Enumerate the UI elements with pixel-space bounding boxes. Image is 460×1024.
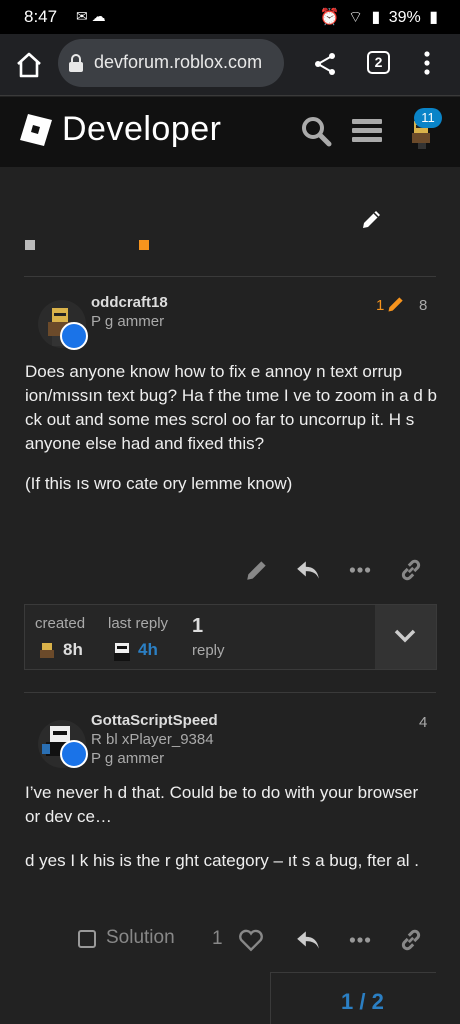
alarm-icon: ⏰ (319, 9, 340, 26)
post-username[interactable]: GottaScriptSpeed (91, 712, 218, 729)
topic-map: created 8h last reply 4h 1 reply (24, 604, 437, 670)
address-bar[interactable]: devforum.roblox.com (58, 39, 284, 87)
post-user-title: P g ammer (91, 750, 165, 767)
post-number: 8 (419, 297, 428, 314)
status-right-icons: ⏰ ⌔ ▮ 39% ▮ (316, 7, 438, 27)
divider (24, 692, 436, 693)
pencil-icon[interactable] (360, 207, 384, 231)
search-icon[interactable] (300, 115, 332, 147)
post-user-title: P g ammer (91, 313, 165, 330)
share-icon[interactable] (313, 52, 337, 76)
battery-icon: ▮ (429, 9, 438, 26)
group-flair-icon (60, 322, 88, 350)
tag-badge-square[interactable] (139, 240, 149, 250)
created-label: created (35, 615, 86, 632)
reply-icon[interactable] (295, 927, 321, 953)
link-icon[interactable] (398, 927, 424, 953)
site-logo-text[interactable]: Developer (62, 110, 221, 149)
heart-icon[interactable] (238, 927, 264, 953)
creator-avatar[interactable] (37, 641, 57, 661)
edit-history-pencil-icon[interactable] (386, 294, 406, 314)
post-body: Does anyone know how to fix e annoy n te… (25, 360, 437, 512)
status-notification-icons: ✉ ☁ (76, 8, 106, 24)
last-reply-label: last reply (108, 615, 169, 632)
divider (24, 276, 436, 277)
edit-icon[interactable] (244, 557, 270, 583)
post-body: I’ve never h d that. Could be to do with… (25, 781, 437, 889)
category-badge-square[interactable] (25, 240, 35, 250)
replies-count: 1 (192, 615, 204, 637)
last-replier-avatar[interactable] (111, 641, 133, 663)
post-user-title: R bl xPlayer_9384 (91, 731, 214, 748)
browser-toolbar: devforum.roblox.com 2 (0, 34, 460, 96)
roblox-logo-icon[interactable] (20, 114, 52, 146)
post-paragraph: Does anyone know how to fix e annoy n te… (25, 362, 437, 453)
url-text: devforum.roblox.com (94, 52, 263, 72)
post-position: 1 / 2 (341, 989, 384, 1014)
home-icon[interactable] (14, 50, 44, 80)
more-actions-icon[interactable] (347, 927, 373, 953)
post-number: 4 (419, 714, 428, 731)
more-actions-icon[interactable] (347, 557, 373, 583)
reply-icon[interactable] (295, 557, 321, 583)
group-flair-icon (60, 740, 88, 768)
post-username[interactable]: oddcraft18 (91, 294, 168, 311)
timeline-progress[interactable]: 1 / 2 (270, 972, 436, 1024)
post-paragraph: I’ve never h d that. Could be to do with… (25, 783, 419, 826)
lock-icon (69, 54, 83, 72)
created-value[interactable]: 8h (63, 640, 83, 660)
chevron-down-icon (394, 629, 416, 643)
like-count[interactable]: 1 (212, 928, 223, 950)
topic-title-area (0, 167, 460, 277)
checkbox-icon (78, 930, 96, 948)
tab-switcher-button[interactable]: 2 (367, 51, 390, 74)
last-reply-value[interactable]: 4h (138, 640, 158, 660)
battery-text: 39% (388, 9, 421, 26)
site-header: Developer (0, 97, 460, 167)
more-vert-icon[interactable] (422, 50, 432, 76)
replies-label: reply (192, 642, 225, 659)
wifi-icon: ⌔ (347, 9, 363, 26)
status-time: 8:47 (24, 7, 58, 26)
topic-map-expand-button[interactable] (375, 605, 436, 669)
post-paragraph: (If this ıs wro cate ory lemme know) (25, 474, 293, 493)
hamburger-menu-icon[interactable] (352, 119, 382, 143)
post-paragraph: d yes I k his is the r ght category – ıt… (25, 851, 420, 870)
signal-icon: ▮ (371, 9, 381, 26)
notification-badge[interactable]: 11 (414, 108, 442, 128)
edit-count[interactable]: 1 (376, 297, 384, 314)
status-bar: 8:47 ✉ ☁ ⏰ ⌔ ▮ 39% ▮ (0, 0, 460, 34)
link-icon[interactable] (398, 557, 424, 583)
solution-label: Solution (106, 927, 175, 948)
